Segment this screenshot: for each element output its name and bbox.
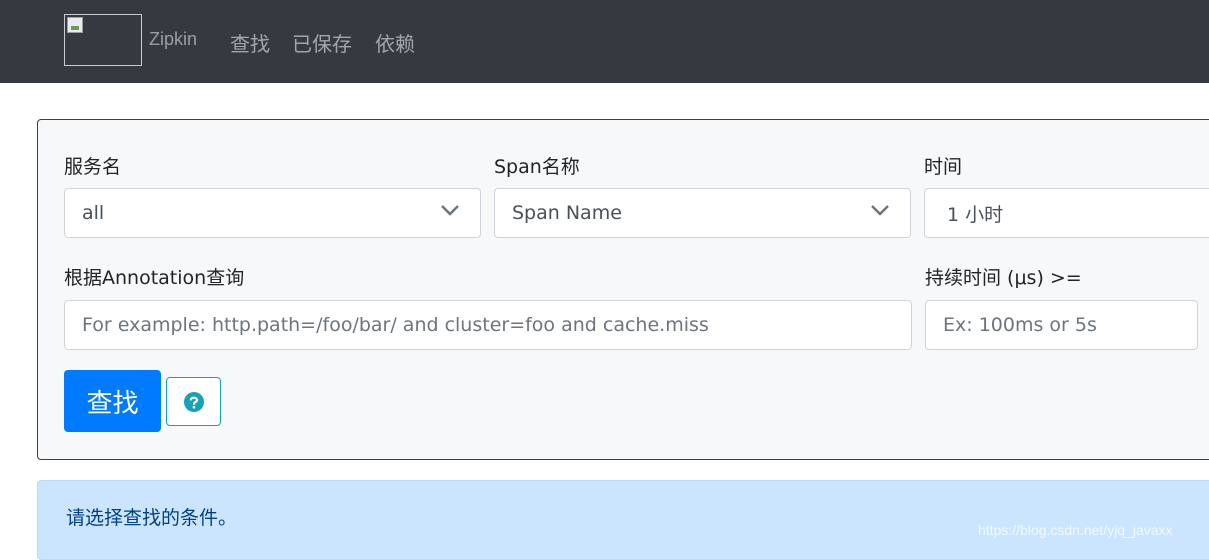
brand-name[interactable]: Zipkin xyxy=(149,29,197,50)
span-name-label: Span名称 xyxy=(494,156,580,178)
time-select[interactable]: 1 小时 xyxy=(924,188,1209,238)
annotation-query-placeholder: For example: http.path=/foo/bar/ and clu… xyxy=(82,314,709,336)
nav-link-dependencies[interactable]: 依赖 xyxy=(375,28,415,57)
annotation-query-input[interactable]: For example: http.path=/foo/bar/ and clu… xyxy=(64,300,912,350)
find-button[interactable]: 查找 xyxy=(64,370,161,432)
service-name-select[interactable]: all xyxy=(64,188,481,238)
info-alert: 请选择查找的条件。 xyxy=(37,480,1209,560)
help-button[interactable] xyxy=(166,377,221,426)
time-value: 1 小时 xyxy=(947,203,1004,226)
duration-placeholder: Ex: 100ms or 5s xyxy=(943,314,1097,336)
brand-logo-image[interactable] xyxy=(64,14,142,66)
broken-image-icon xyxy=(67,17,83,33)
span-name-select[interactable]: Span Name xyxy=(494,188,911,238)
annotation-query-label: 根据Annotation查询 xyxy=(64,267,245,289)
time-label: 时间 xyxy=(924,156,963,178)
duration-label: 持续时间 (μs) >= xyxy=(925,267,1082,289)
span-name-value: Span Name xyxy=(512,202,622,224)
service-name-label: 服务名 xyxy=(64,156,122,178)
chevron-down-icon xyxy=(871,205,889,216)
navbar: Zipkin 查找 已保存 依赖 xyxy=(0,0,1209,83)
nav-link-find[interactable]: 查找 xyxy=(230,28,270,57)
nav-link-saved[interactable]: 已保存 xyxy=(292,28,352,57)
watermark-text: https://blog.csdn.net/yjq_javaxx xyxy=(978,522,1173,538)
alert-message: 请选择查找的条件。 xyxy=(66,507,238,529)
question-circle-icon xyxy=(183,391,204,412)
duration-input[interactable]: Ex: 100ms or 5s xyxy=(925,300,1198,350)
chevron-down-icon xyxy=(441,205,459,216)
service-name-value: all xyxy=(82,202,105,224)
